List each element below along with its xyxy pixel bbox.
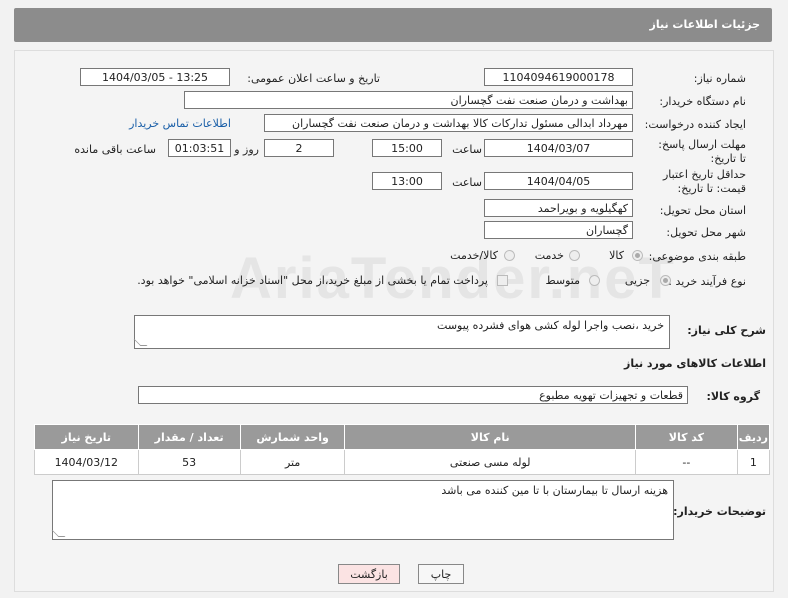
goods-table-header: ردیف کد کالا نام کالا واحد شمارش تعداد /… [34, 424, 771, 450]
payment-note: پرداخت تمام یا بخشی از مبلغ خرید،از محل … [137, 274, 488, 287]
category-option-service: خدمت [534, 249, 564, 262]
col-quantity: تعداد / مقدار [137, 424, 241, 450]
category-radio-service[interactable] [569, 250, 580, 261]
category-label: طبقه بندی موضوعی: [648, 250, 746, 263]
city-label: شهر محل تحویل: [666, 226, 746, 239]
process-option-minor: جزیی [624, 274, 650, 287]
col-name: نام کالا [344, 424, 637, 450]
province-field[interactable]: کهگیلویه و بویراحمد [484, 199, 633, 217]
print-button[interactable]: چاپ [418, 564, 464, 584]
process-radio-minor[interactable] [660, 275, 671, 286]
buyer-notes-field[interactable]: هزینه ارسال تا بیمارستان با تا مین کننده… [51, 480, 674, 540]
buyer-org-field[interactable]: بهداشت و درمان صنعت نفت گچساران [184, 91, 633, 109]
deadline-time-label: ساعت [452, 143, 482, 156]
description-label: شرح کلی نیاز: [687, 324, 766, 337]
page-header: جزئیات اطلاعات نیاز [14, 8, 772, 42]
days-label: روز و [234, 143, 259, 156]
days-field[interactable]: 2 [264, 139, 334, 157]
page-title: جزئیات اطلاعات نیاز [649, 18, 761, 31]
goods-section-title: اطلاعات کالاهای مورد نیاز [624, 357, 766, 370]
creator-label: ایجاد کننده درخواست: [644, 118, 746, 131]
resize-handle-icon[interactable] [133, 339, 148, 346]
contact-info-link[interactable]: اطلاعات تماس خریدار [129, 117, 231, 130]
back-button[interactable]: بازگشت [338, 564, 400, 584]
buyer-org-label: نام دستگاه خریدار: [659, 95, 746, 108]
description-field[interactable]: خرید ،نصب واجرا لوله کشی هوای فشرده پیوس… [133, 315, 670, 349]
col-row: ردیف [736, 424, 771, 450]
goods-table: ردیف کد کالا نام کالا واحد شمارش تعداد /… [34, 424, 771, 475]
cell-unit: متر [239, 449, 346, 475]
goods-group-label: گروه کالا: [706, 390, 760, 403]
col-date: تاریخ نیاز [34, 424, 139, 450]
buyer-notes-label: توضیحات خریدار: [673, 505, 766, 518]
cell-code: -- [635, 449, 738, 475]
category-option-both: کالا/خدمت [450, 249, 498, 262]
city-field[interactable]: گچساران [484, 221, 633, 239]
creator-field[interactable]: مهرداد ابدالی مسئول تدارکات کالا بهداشت … [264, 114, 633, 132]
deadline-label: مهلت ارسال پاسخ: تا تاریخ: [658, 138, 746, 165]
cell-row: 1 [736, 449, 771, 475]
category-radio-goods[interactable] [632, 250, 643, 261]
deadline-time-field[interactable]: 15:00 [372, 139, 442, 157]
need-number-label: شماره نیاز: [693, 72, 746, 85]
need-number-field[interactable]: 1104094619000178 [484, 68, 633, 86]
process-option-medium: متوسط [545, 274, 580, 287]
description-text: خرید ،نصب واجرا لوله کشی هوای فشرده پیوس… [437, 319, 664, 332]
deadline-date-field[interactable]: 1404/03/07 [484, 139, 633, 157]
col-code: کد کالا [635, 424, 738, 450]
table-row[interactable]: 1 -- لوله مسی صنعتی متر 53 1404/03/12 [34, 449, 771, 475]
goods-group-field[interactable]: قطعات و تجهیزات تهویه مطبوع [138, 386, 688, 404]
category-option-goods: کالا [609, 249, 624, 262]
cell-date: 1404/03/12 [34, 449, 139, 475]
col-unit: واحد شمارش [239, 424, 346, 450]
announce-label: تاریخ و ساعت اعلان عمومی: [247, 72, 380, 85]
remaining-time-field[interactable]: 01:03:51 [168, 139, 231, 157]
buyer-notes-text: هزینه ارسال تا بیمارستان با تا مین کننده… [441, 484, 668, 497]
remaining-label: ساعت باقی مانده [74, 143, 156, 156]
process-label: نوع فرآیند خرید : [668, 275, 746, 288]
province-label: استان محل تحویل: [659, 204, 746, 217]
announce-field[interactable]: 1404/03/05 - 13:25 [80, 68, 230, 86]
validity-date-field[interactable]: 1404/04/05 [484, 172, 633, 190]
validity-time-field[interactable]: 13:00 [372, 172, 442, 190]
treasury-checkbox[interactable] [497, 275, 508, 286]
resize-handle-icon[interactable] [51, 530, 66, 537]
cell-name: لوله مسی صنعتی [344, 449, 637, 475]
cell-quantity: 53 [137, 449, 241, 475]
validity-time-label: ساعت [452, 176, 482, 189]
category-radio-both[interactable] [504, 250, 515, 261]
process-radio-medium[interactable] [589, 275, 600, 286]
validity-label: حداقل تاریخ اعتبار قیمت: تا تاریخ: [662, 168, 746, 195]
